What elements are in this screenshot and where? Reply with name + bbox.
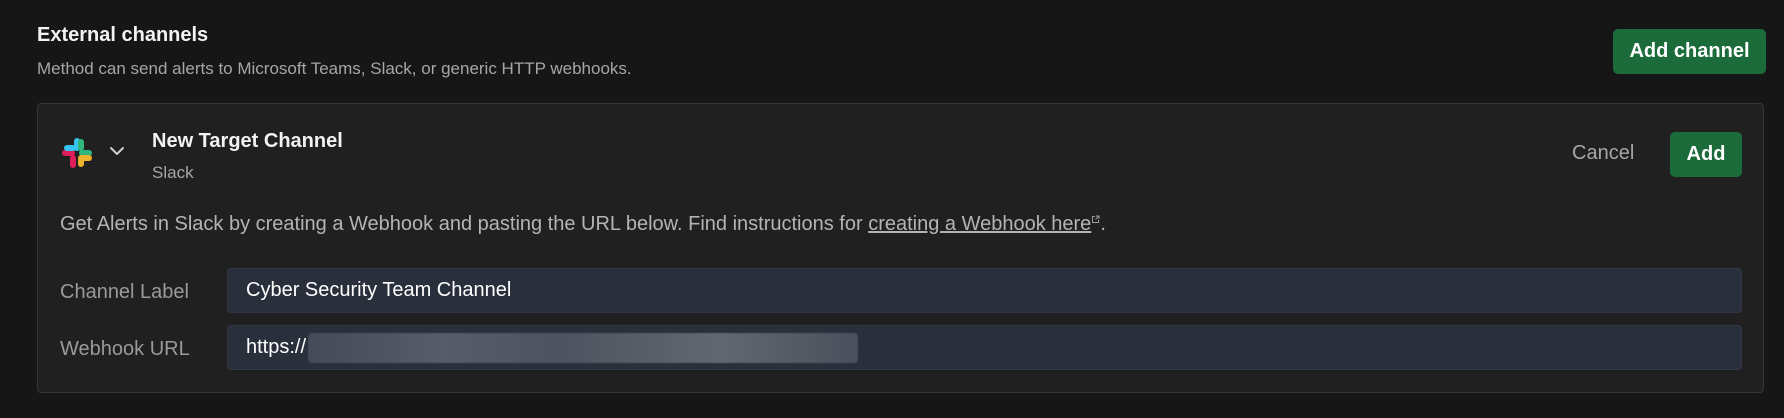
- add-button[interactable]: Add: [1670, 132, 1742, 177]
- channel-title: New Target Channel: [152, 130, 343, 152]
- channel-label-input[interactable]: Cyber Security Team Channel: [227, 268, 1742, 313]
- chevron-down-icon[interactable]: [108, 142, 126, 160]
- section-title: External channels: [37, 24, 209, 46]
- channel-type: Slack: [152, 163, 194, 182]
- new-channel-card: New Target Channel Slack Cancel Add Get …: [37, 103, 1764, 393]
- instructions-suffix: .: [1100, 213, 1106, 235]
- instructions-text: Get Alerts in Slack by creating a Webhoo…: [60, 213, 1106, 236]
- slack-logo-icon: [62, 138, 92, 168]
- redacted-url-block: [308, 332, 859, 363]
- section-description: Method can send alerts to Microsoft Team…: [37, 59, 632, 78]
- webhook-url-input[interactable]: https://: [227, 325, 1742, 370]
- external-link-icon: [1092, 215, 1100, 223]
- cancel-button[interactable]: Cancel: [1572, 142, 1634, 165]
- add-channel-button[interactable]: Add channel: [1613, 29, 1766, 74]
- channel-label-label: Channel Label: [60, 281, 189, 303]
- external-channels-page: External channels Method can send alerts…: [0, 0, 1784, 418]
- instructions-prefix: Get Alerts in Slack by creating a Webhoo…: [60, 213, 869, 235]
- webhook-instructions-link[interactable]: creating a Webhook here: [868, 213, 1091, 235]
- channel-label-value: Cyber Security Team Channel: [246, 279, 512, 301]
- webhook-url-prefix: https://: [246, 336, 307, 358]
- webhook-url-label: Webhook URL: [60, 338, 190, 360]
